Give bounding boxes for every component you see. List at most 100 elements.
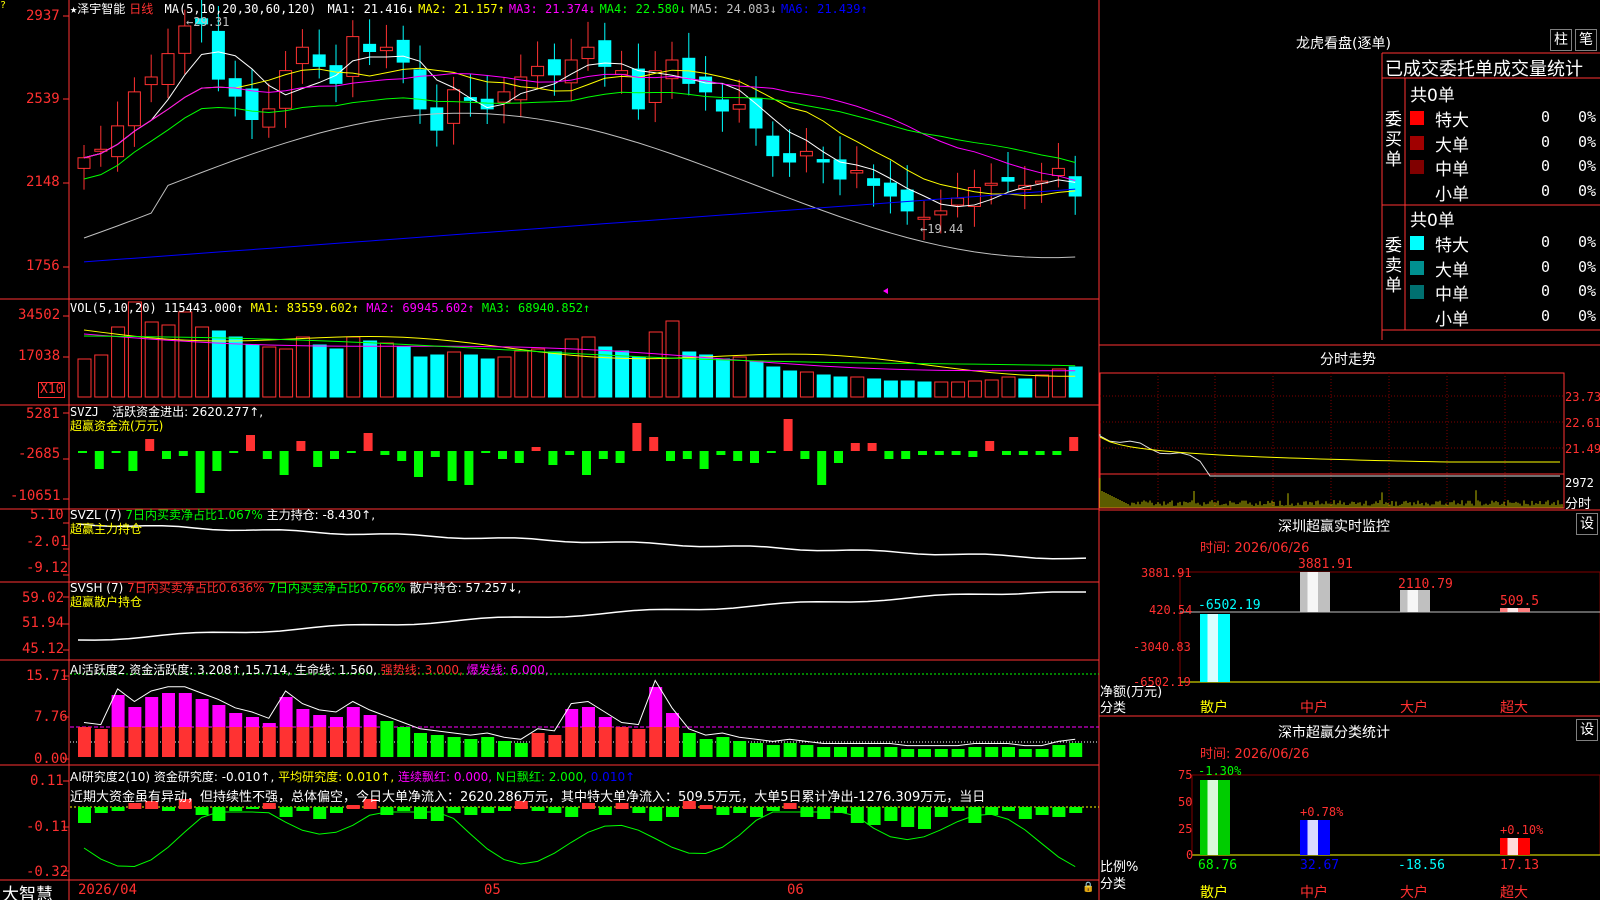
monitor-time: 时间: 2026/06/26 — [1200, 537, 1309, 556]
svzl-ytick-2: -9.12 — [26, 560, 68, 576]
candle-body-48 — [884, 183, 896, 196]
candle-body-5 — [162, 54, 174, 85]
ai-res-bar-25 — [498, 807, 511, 811]
ai-act-bar-mag-16 — [347, 707, 360, 727]
vol-bar-43 — [800, 372, 813, 397]
vol-bar-26 — [515, 351, 528, 397]
ai-act-bar-grn-58 — [1052, 745, 1065, 757]
ai-res-bar-44 — [817, 807, 830, 819]
ai-res-bar-8 — [212, 807, 225, 821]
ai-act-bar-mag-11 — [263, 723, 276, 727]
class-settings-button[interactable]: 设 — [1576, 719, 1598, 741]
class-frame — [1192, 775, 1600, 855]
ai-act-bar-grn-21 — [431, 735, 444, 757]
sell-row-pct-0: 0% — [1578, 233, 1596, 251]
vol-bar-41 — [767, 367, 780, 397]
vol-unit-badge[interactable]: X10 — [38, 382, 65, 398]
ai-act-bar-red-6 — [179, 727, 192, 757]
ai-act-bar-red-32 — [616, 727, 629, 757]
svzl-line — [78, 524, 1086, 559]
ai-active-ytick-2: 0.00 — [34, 751, 68, 767]
ai-act-bar-mag-3 — [128, 707, 141, 727]
ai-act-bar-grn-20 — [414, 733, 427, 757]
candle-body-14 — [313, 55, 325, 66]
candle-body-21 — [431, 108, 443, 130]
vol-bar-34 — [649, 332, 662, 397]
candle-body-37 — [700, 77, 712, 92]
vol-bar-10 — [246, 345, 259, 397]
svzj-bar-40 — [750, 451, 759, 463]
vol-bar-53 — [968, 381, 981, 397]
vol-bar-55 — [1002, 377, 1015, 397]
ai-res-bar-57 — [1036, 807, 1049, 815]
svzj-ytick-1: -2685 — [18, 446, 60, 462]
ai-res-bar-1 — [95, 807, 108, 813]
ai-act-bar-mag-29 — [565, 709, 578, 727]
candle-body-22 — [448, 90, 460, 124]
class-bar-retail-shine — [1208, 780, 1219, 855]
intraday-avg-line — [1100, 437, 1560, 462]
ai-act-bar-grn-36 — [683, 733, 696, 757]
vol-bar-47 — [868, 379, 881, 397]
ai-act-bar-red-11 — [263, 727, 276, 757]
ai-act-bar-grn-40 — [750, 743, 763, 757]
svzj-bar-42 — [784, 419, 793, 451]
tab-tick-detail[interactable]: 笔 — [1575, 29, 1597, 51]
svzj-bar-6 — [179, 451, 188, 456]
expand-icon[interactable]: ? — [0, 0, 8, 10]
ai-act-bar-grn-48 — [884, 747, 897, 757]
candle-body-54 — [985, 183, 997, 185]
ai-res-bar-55 — [1002, 807, 1015, 811]
intraday-tick-2: 21.49 — [1565, 442, 1600, 456]
vol-bar-45 — [834, 377, 847, 397]
vol-bar-22 — [448, 352, 461, 397]
ai-act-bar-grn-38 — [716, 737, 729, 757]
monitor-settings-button[interactable]: 设 — [1576, 513, 1598, 535]
svsh-line — [78, 592, 1086, 640]
vol-bar-44 — [817, 375, 830, 397]
ma-value-1: MA1: 21.416↓ — [327, 2, 414, 16]
svzj-bar-47 — [868, 443, 877, 451]
vol-bar-35 — [666, 321, 679, 397]
class-xlabel: 分类 — [1100, 873, 1126, 892]
vol-bar-14 — [313, 345, 326, 397]
sell-swatch-1 — [1410, 261, 1424, 275]
svzj-bar-14 — [313, 451, 322, 467]
ai-res-bar-24 — [481, 807, 494, 813]
intraday-price-line — [1100, 434, 1560, 476]
candle-body-27 — [532, 66, 544, 75]
svzj-bar-50 — [918, 451, 927, 455]
tab-bar-chart[interactable]: 柱 — [1550, 29, 1572, 51]
ai-res-bar-56 — [1019, 807, 1032, 819]
vol-bar-27 — [532, 349, 545, 397]
vol-bar-56 — [1019, 379, 1032, 397]
monitor-val-1: 3881.91 — [1298, 557, 1353, 572]
ai-active-ytick-1: 7.76 — [34, 709, 68, 725]
stock-chart-canvas[interactable] — [0, 0, 1600, 900]
candle-body-41 — [767, 136, 779, 155]
svzj-bar-30 — [582, 451, 591, 475]
ai-act-bar-mag-15 — [330, 717, 343, 727]
ai-res-bar-14 — [313, 807, 326, 819]
class-val-3: 17.13 — [1500, 858, 1539, 873]
vol-bar-0 — [78, 359, 91, 397]
ai-res-bar-2 — [112, 807, 125, 811]
class-cat-1: 中户 — [1300, 882, 1328, 900]
class-bar-label-1: +0.78% — [1300, 805, 1343, 819]
buy-row-label-0: 特大 — [1435, 106, 1469, 131]
vol-bar-23 — [464, 355, 477, 397]
svzj-bar-55 — [1002, 451, 1011, 455]
ai-res-bar-49 — [901, 807, 914, 827]
buy-total: 共0单 — [1410, 81, 1455, 106]
candle-body-33 — [632, 69, 644, 109]
svsh-ytick-0: 59.02 — [22, 590, 64, 606]
period-label[interactable]: 日线 — [129, 2, 153, 16]
ai-act-bar-grn-46 — [851, 747, 864, 757]
ai-res-bar-47 — [868, 807, 881, 825]
svzj-bar-8 — [212, 451, 221, 471]
svzj-bar-24 — [481, 451, 490, 453]
sell-row-count-1: 0 — [1541, 258, 1550, 276]
ai-act-bar-grn-57 — [1036, 749, 1049, 757]
lock-icon[interactable]: 🔒 — [1082, 882, 1092, 892]
sell-group-label: 委卖单 — [1385, 236, 1403, 296]
